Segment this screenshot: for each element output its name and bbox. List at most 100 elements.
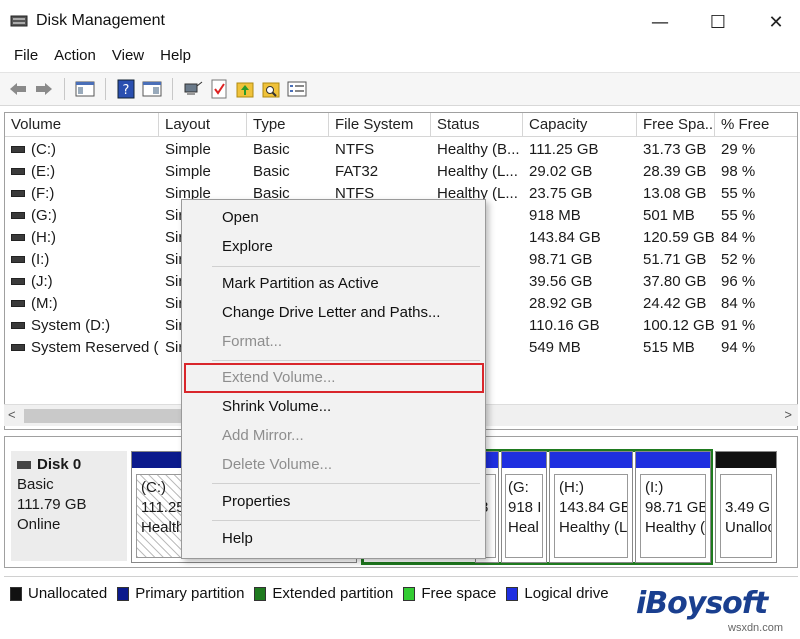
menu-item-mark-active[interactable]: Mark Partition as Active [222,272,379,296]
close-button[interactable]: ✕ [756,8,796,36]
legend-label: Primary partition [135,585,245,602]
cell-capacity: 28.92 GB [529,295,593,312]
minimize-button[interactable]: — [640,8,680,36]
column-header-layout[interactable]: Layout [159,113,247,137]
column-header-status[interactable]: Status [431,113,523,137]
disk-management-app-icon [10,15,28,27]
column-header-type[interactable]: Type [247,113,329,137]
back-arrow-icon[interactable] [6,77,30,101]
column-header-capacity[interactable]: Capacity [523,113,637,137]
cell-file-system: FAT32 [335,163,379,180]
cell-capacity: 98.71 GB [529,251,593,268]
partition-i[interactable]: (I:) 98.71 GB Healthy ( [635,451,711,563]
toolbar-separator [105,78,106,100]
cell-free-space: 31.73 GB [643,141,707,158]
partition-h-body: (H:) 143.84 GB Healthy (L [554,474,628,558]
toolbar-separator [172,78,173,100]
cell-free-space: 515 MB [643,339,695,356]
cell-capacity: 23.75 GB [529,185,593,202]
table-row[interactable]: (E:) Simple Basic FAT32 Healthy (L... 29.02 G… [5,161,797,183]
properties-pane-icon[interactable] [140,77,164,101]
volume-name: (C:) [31,141,56,158]
menu-file[interactable]: File [6,44,46,70]
partition-g[interactable]: (G: 918 I Heal [501,451,547,563]
search-folder-icon[interactable] [259,77,283,101]
disk-type: Basic [17,476,54,493]
cell-percent-free: 91 % [721,317,756,334]
volume-icon [11,145,25,153]
cell-percent-free: 52 % [721,251,756,268]
connect-icon[interactable] [181,77,205,101]
menu-separator [212,360,480,361]
legend-label: Logical drive [524,585,609,602]
title-bar: Disk Management — ☐ ✕ [0,0,800,44]
watermark-logo: iBoysoft [636,586,768,621]
disk-icon [17,461,31,470]
scroll-right-icon[interactable]: > [784,407,792,422]
column-header-volume[interactable]: Volume [5,113,159,137]
settings-list-icon[interactable] [285,77,309,101]
menu-item-delete-volume[interactable]: Delete Volume... [222,453,332,477]
volume-name: (J:) [31,273,53,290]
menu-item-format[interactable]: Format... [222,330,282,354]
volume-name: (G:) [31,207,57,224]
legend-label: Extended partition [272,585,394,602]
disk-state: Online [17,516,61,533]
partition-i-body: (I:) 98.71 GB Healthy ( [640,474,706,558]
partition-g-body: (G: 918 I Heal [505,474,543,558]
forward-arrow-icon[interactable] [32,77,56,101]
volume-icon [11,211,25,219]
svg-text:?: ? [123,83,130,98]
menu-item-add-mirror[interactable]: Add Mirror... [222,424,304,448]
up-folder-icon[interactable] [233,77,257,101]
partition-unallocated[interactable]: 3.49 GB Unalloc [715,451,777,563]
menu-action[interactable]: Action [46,44,104,70]
volume-icon [11,299,25,307]
watermark-site: wsxdn.com [728,622,784,634]
partition-bar [636,452,710,468]
column-header-percent-free[interactable]: % Free [715,113,797,137]
menu-item-change-drive-letter[interactable]: Change Drive Letter and Paths... [222,301,440,325]
partition-bar [716,452,776,468]
column-header-file-system[interactable]: File System [329,113,431,137]
volume-name: System Reserved (... [31,339,159,356]
volume-name: (I:) [31,251,50,268]
scrollbar-thumb[interactable] [24,409,184,423]
help-icon[interactable]: ? [114,77,138,101]
cell-free-space: 100.12 GB [643,317,715,334]
menu-item-help[interactable]: Help [222,527,253,551]
menu-view[interactable]: View [104,44,152,70]
legend-swatch [117,586,130,601]
menu-item-properties[interactable]: Properties [222,490,290,514]
column-header-free-space[interactable]: Free Spa... [637,113,715,137]
cell-volume: (F:) [5,183,159,205]
scroll-left-icon[interactable]: < [8,407,16,422]
partition-status: Healthy (L [559,519,628,536]
legend-primary: Primary partition [117,585,244,602]
cell-free-space: 120.59 GB [643,229,715,246]
volume-icon [11,189,25,197]
cell-capacity: 29.02 GB [529,163,593,180]
cell-percent-free: 84 % [721,229,756,246]
table-row[interactable]: (C:) Simple Basic NTFS Healthy (B... 111.25 G… [5,139,797,161]
disk-0-label[interactable]: Disk 0 Basic 111.79 GB Online [11,451,127,561]
check-icon[interactable] [207,77,231,101]
cell-status: Healthy (L... [437,163,518,180]
partition-bar [502,452,546,468]
cell-capacity: 110.16 GB [529,317,600,334]
cell-status: Healthy (B... [437,141,520,158]
menu-separator [212,483,480,484]
cell-percent-free: 55 % [721,207,756,224]
menu-item-shrink-volume[interactable]: Shrink Volume... [222,395,331,419]
volume-name: (E:) [31,163,56,180]
menu-help[interactable]: Help [152,44,199,70]
partition-h[interactable]: (H:) 143.84 GB Healthy (L [549,451,633,563]
legend-swatch [506,586,519,601]
menu-item-explore[interactable]: Explore [222,235,273,259]
console-tree-icon[interactable] [73,77,97,101]
partition-status: Healthy ( [645,519,706,536]
menu-item-open[interactable]: Open [222,206,259,230]
maximize-button[interactable]: ☐ [698,8,738,36]
volume-icon [11,255,25,263]
menu-item-extend-volume[interactable]: Extend Volume... [222,366,335,390]
